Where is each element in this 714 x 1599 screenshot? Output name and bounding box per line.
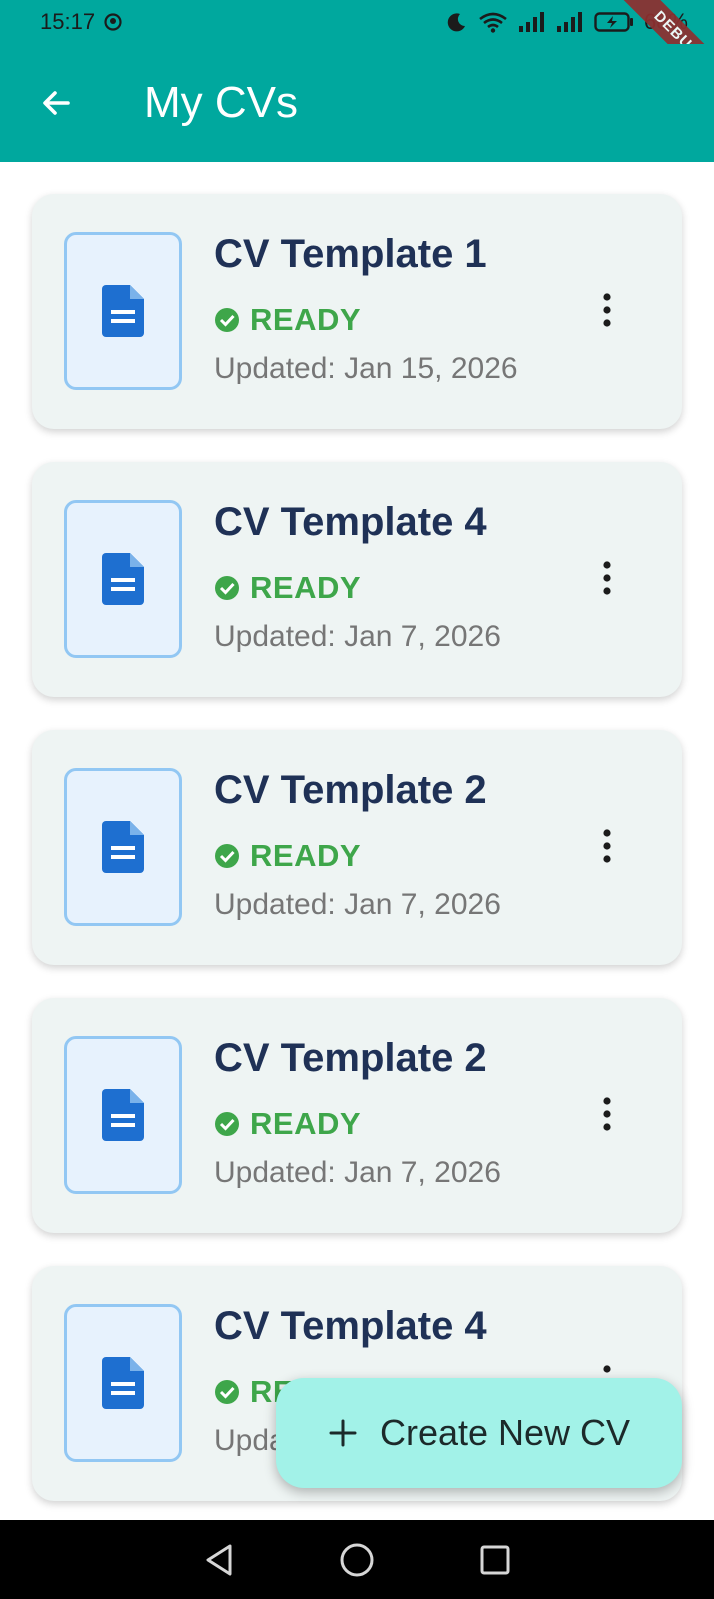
back-button[interactable] [28,75,84,131]
document-icon [102,285,144,337]
notification-icon [103,12,123,32]
signal-icon [518,11,546,33]
system-nav-bar [0,1520,714,1599]
status-badge: READY [214,1106,361,1142]
cv-card[interactable]: CV Template 1 READY Updated: Jan 15, 202… [32,194,682,429]
more-options-button[interactable] [592,290,622,330]
document-icon [102,553,144,605]
back-triangle-icon [206,1544,232,1575]
screen: 15:17 DEBUG My CVs CV Template 1 READY U… [0,0,714,1599]
check-circle-icon [215,1380,239,1404]
cv-title: CV Template 4 [214,500,487,544]
cv-title: CV Template 4 [214,1304,487,1348]
status-bar: 15:17 [0,0,714,44]
status-label: READY [250,302,362,337]
cv-card[interactable]: CV Template 2 READY Updated: Jan 7, 2026 [32,998,682,1233]
document-icon [102,821,144,873]
battery-charging-icon [594,11,634,33]
updated-date: Updated: Jan 7, 2026 [214,1156,501,1189]
document-thumbnail [64,232,182,390]
check-circle-icon [215,1112,239,1136]
document-thumbnail [64,1036,182,1194]
plus-icon [329,1419,357,1447]
status-label: READY [250,570,362,605]
check-circle-icon [215,576,239,600]
signal-icon [556,11,584,33]
document-icon [102,1357,144,1409]
updated-date: Updated: Jan 7, 2026 [214,888,501,921]
document-thumbnail [64,500,182,658]
status-left: 15:17 [40,9,123,35]
status-label: READY [250,838,362,873]
cv-list: CV Template 1 READY Updated: Jan 15, 202… [32,194,682,1534]
status-badge: READY [214,302,361,338]
more-vert-icon [603,561,611,595]
home-circle-icon [340,1543,374,1576]
cv-title: CV Template 1 [214,232,487,276]
document-icon [102,1089,144,1141]
recents-square-icon [480,1545,510,1574]
nav-recents-button[interactable] [470,1535,520,1585]
nav-home-button[interactable] [332,1535,382,1585]
more-vert-icon [603,1097,611,1131]
more-options-button[interactable] [592,826,622,866]
page-title: My CVs [144,78,298,127]
updated-date: Updated: Jan 15, 2026 [214,352,518,385]
document-thumbnail [64,768,182,926]
document-thumbnail [64,1304,182,1462]
updated-date: Updated: Jan 7, 2026 [214,620,501,653]
more-vert-icon [603,829,611,863]
check-circle-icon [215,844,239,868]
cv-title: CV Template 2 [214,1036,487,1080]
fab-label: Create New CV [379,1412,631,1453]
cv-card[interactable]: CV Template 4 READY Updated: Jan 7, 2026 [32,462,682,697]
wifi-icon [478,11,508,33]
status-badge: READY [214,838,361,874]
app-bar: My CVs [0,44,714,162]
create-new-cv-button[interactable]: Create New CV [276,1378,682,1488]
check-circle-icon [215,308,239,332]
nav-back-button[interactable] [194,1535,244,1585]
status-time: 15:17 [40,9,96,34]
moon-icon [446,11,468,33]
cv-title: CV Template 2 [214,768,487,812]
status-badge: READY [214,570,361,606]
more-vert-icon [603,293,611,327]
more-options-button[interactable] [592,1094,622,1134]
more-options-button[interactable] [592,558,622,598]
arrow-back-icon [43,91,70,115]
status-label: READY [250,1106,362,1141]
cv-card[interactable]: CV Template 2 READY Updated: Jan 7, 2026 [32,730,682,965]
